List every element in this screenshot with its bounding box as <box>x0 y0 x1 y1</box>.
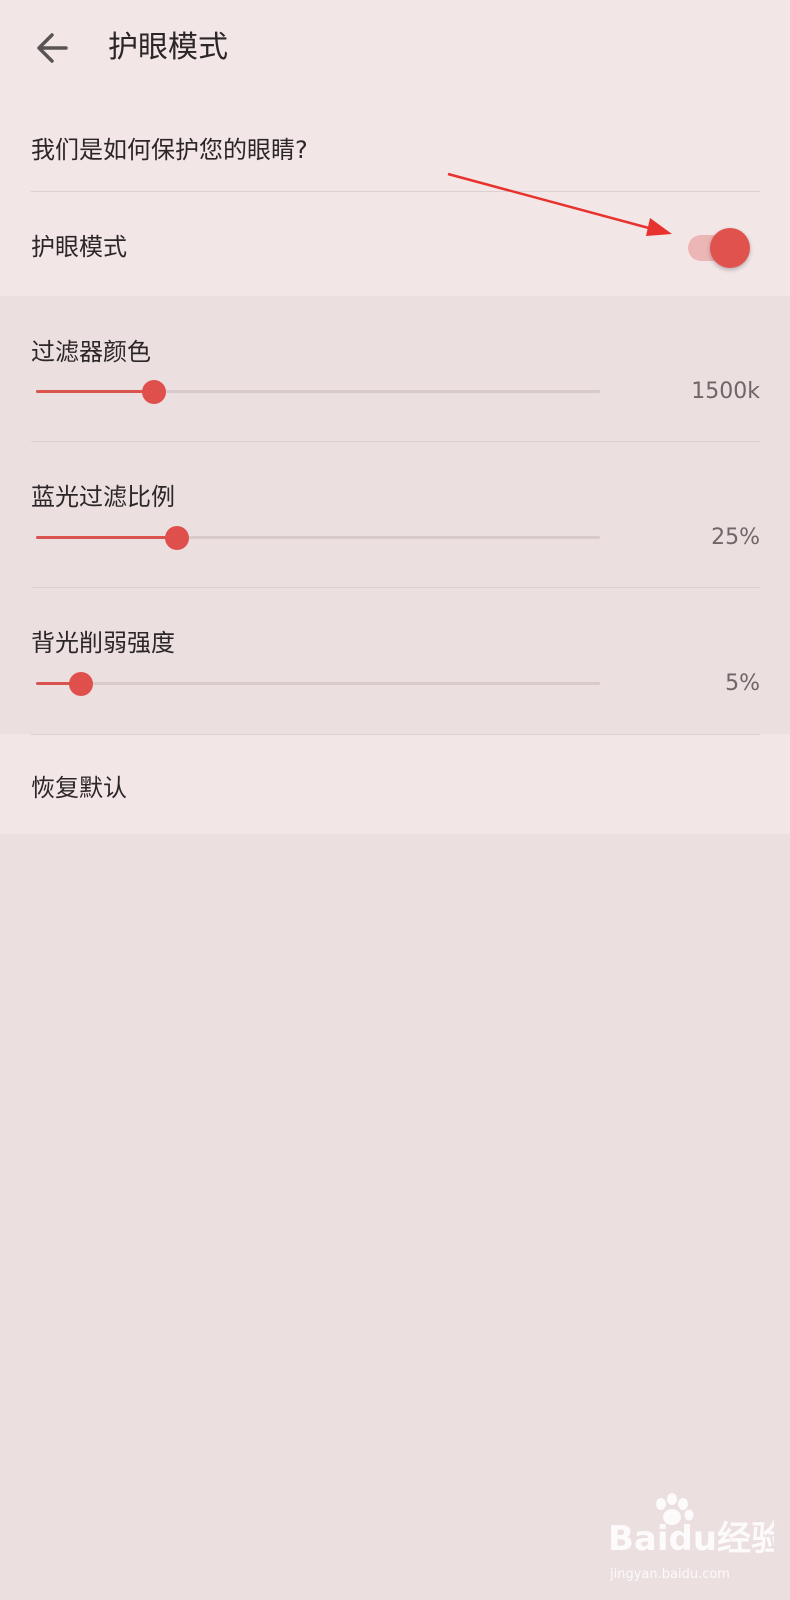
divider <box>31 587 760 588</box>
divider <box>31 191 760 192</box>
blue-light-ratio-value: 25% <box>711 525 760 550</box>
slider-fill <box>36 390 155 393</box>
protect-eyes-link[interactable]: 我们是如何保护您的眼睛? <box>31 130 308 165</box>
backlight-reduction-label: 背光削弱强度 <box>31 629 175 657</box>
watermark-brand-text: Baidu经验 <box>608 1519 774 1559</box>
baidu-paw-logo-icon: Baidu经验 jingyan.baidu.com <box>608 1493 785 1582</box>
slider-thumb[interactable] <box>69 672 94 696</box>
back-button[interactable] <box>30 28 74 68</box>
eye-mode-section: 我们是如何保护您的眼睛? 护眼模式 <box>0 96 790 296</box>
restore-default-label: 恢复默认 <box>31 774 127 802</box>
filter-color-slider[interactable] <box>36 377 600 407</box>
baidu-jingyan-watermark: Baidu经验 jingyan.baidu.com <box>604 1486 785 1586</box>
backlight-reduction-slider[interactable] <box>36 669 600 699</box>
eye-protection-screen: 护眼模式 我们是如何保护您的眼睛? 护眼模式 过滤器颜色 1500k 蓝光过滤比… <box>0 0 790 1600</box>
watermark-url-text: jingyan.baidu.com <box>609 1567 730 1582</box>
restore-default-button[interactable]: 恢复默认 <box>0 734 790 834</box>
eye-mode-label: 护眼模式 <box>31 233 127 261</box>
divider <box>31 441 760 442</box>
blue-light-ratio-slider[interactable] <box>36 523 600 553</box>
slider-thumb[interactable] <box>165 526 189 550</box>
filter-settings-section: 过滤器颜色 1500k 蓝光过滤比例 25% 背光削弱强度 5% <box>0 296 790 734</box>
divider <box>31 734 760 735</box>
filter-color-value: 1500k <box>691 379 760 404</box>
eye-mode-toggle[interactable] <box>686 226 750 270</box>
arrow-left-icon <box>37 33 68 63</box>
filter-color-label: 过滤器颜色 <box>31 338 151 366</box>
blue-light-ratio-label: 蓝光过滤比例 <box>31 483 175 511</box>
backlight-reduction-value: 5% <box>725 671 760 696</box>
slider-thumb[interactable] <box>142 380 167 404</box>
app-header: 护眼模式 <box>0 0 790 96</box>
page-title: 护眼模式 <box>108 30 228 65</box>
slider-track <box>36 682 600 685</box>
slider-fill <box>36 536 177 539</box>
toggle-thumb <box>710 228 750 268</box>
